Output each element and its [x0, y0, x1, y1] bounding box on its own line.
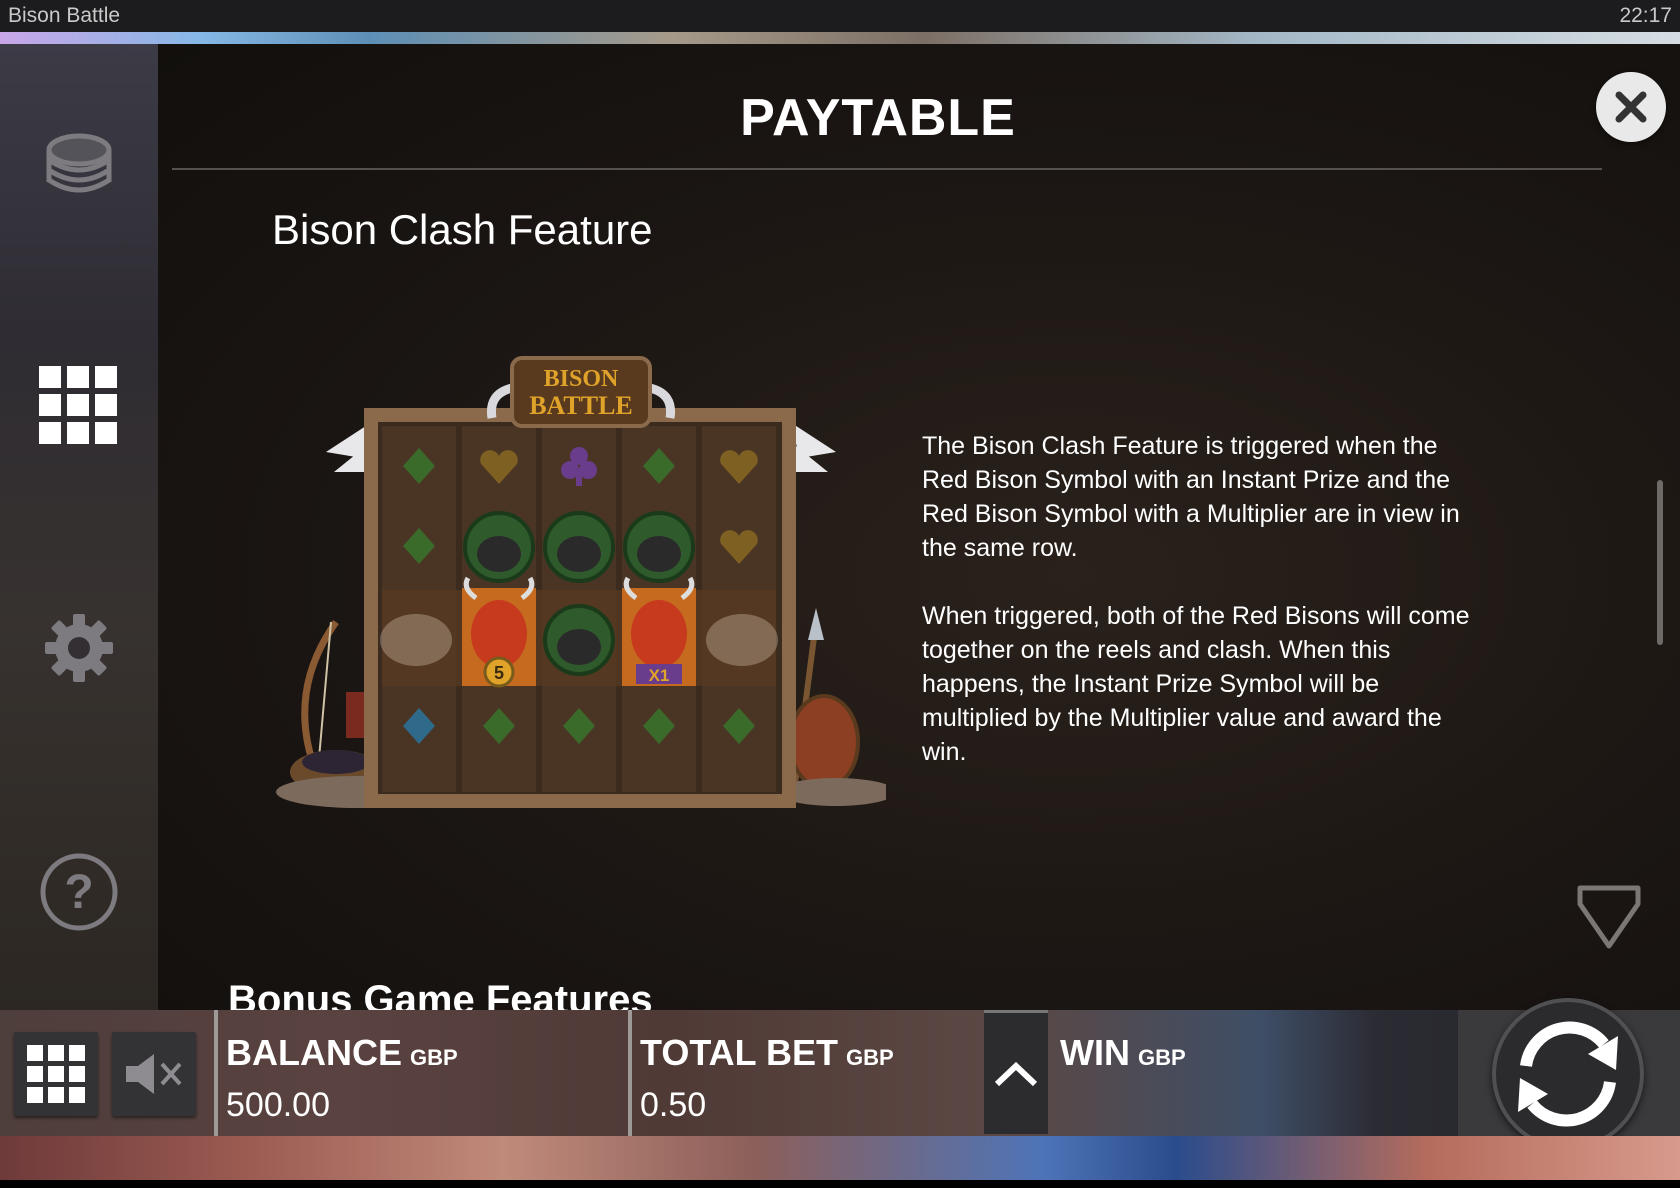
top-background-strip	[0, 32, 1680, 44]
bottom-background-strip	[0, 1136, 1680, 1180]
side-menu-item-help[interactable]: ?	[0, 852, 158, 932]
win-label: WIN GBP	[1060, 1032, 1186, 1074]
scrollbar-thumb[interactable]	[1657, 480, 1663, 645]
close-icon	[1615, 91, 1647, 123]
svg-text:BISON: BISON	[544, 366, 619, 392]
coins-stack-icon	[46, 133, 112, 193]
next-section-title: Bonus Game Features	[228, 978, 653, 1010]
sound-toggle-button[interactable]	[112, 1032, 196, 1116]
title-divider	[172, 168, 1602, 170]
balance-label: BALANCE GBP	[226, 1032, 458, 1074]
side-menu-item-coins[interactable]	[0, 128, 158, 200]
chevron-up-icon	[994, 1061, 1038, 1086]
game-screen: Bison Battle 22:17 ? PAYTABLE Bison Clas…	[0, 0, 1680, 1188]
section-title: Bison Clash Feature	[272, 206, 653, 253]
side-menu-item-paytable[interactable]	[0, 366, 158, 446]
spin-button[interactable]	[1492, 998, 1644, 1150]
balance-value: 500.00	[226, 1086, 330, 1124]
feature-paragraph: When triggered, both of the Red Bisons w…	[922, 602, 1470, 766]
page-title: PAYTABLE	[740, 89, 1016, 147]
bet-expand-button[interactable]	[984, 1010, 1048, 1134]
paytable-panel: PAYTABLE Bison Clash Feature 5 X1 BISON …	[158, 44, 1680, 1010]
total-bet-label: TOTAL BET GBP	[640, 1032, 894, 1074]
scroll-down-icon[interactable]	[1574, 882, 1644, 952]
balance-currency: GBP	[410, 1045, 458, 1070]
total-bet-currency: GBP	[846, 1045, 894, 1070]
help-icon: ?	[40, 853, 118, 931]
prize-badge: 5	[494, 663, 504, 683]
clash-row: 5 X1	[380, 576, 778, 688]
screen-edge	[0, 1180, 1680, 1188]
feature-paragraph: The Bison Clash Feature is triggered whe…	[922, 432, 1460, 562]
close-button[interactable]	[1596, 72, 1666, 142]
side-menu-item-settings[interactable]	[0, 612, 158, 684]
bison-battle-logo: BISON BATTLE	[486, 356, 676, 428]
separator	[628, 1010, 632, 1136]
grid-menu-icon	[27, 1045, 85, 1103]
total-bet-label-text: TOTAL BET	[640, 1032, 838, 1073]
menu-button[interactable]	[14, 1032, 98, 1116]
spin-arrows-icon	[1518, 1021, 1618, 1127]
win-currency: GBP	[1137, 1045, 1186, 1070]
side-menu: ?	[0, 44, 158, 1010]
balance-label-text: BALANCE	[226, 1032, 402, 1073]
bison-clash-illustration: 5 X1 BISON BATTLE	[276, 356, 886, 808]
app-title: Bison Battle	[8, 4, 121, 27]
clock: 22:17	[1619, 4, 1672, 27]
multiplier-badge: X1	[649, 666, 670, 685]
bottom-bar: BALANCE GBP 500.00 TOTAL BET GBP 0.50 WIN G…	[0, 998, 1680, 1150]
mute-icon	[126, 1054, 182, 1094]
gear-icon	[45, 614, 113, 682]
svg-text:?: ?	[64, 866, 93, 919]
total-bet-value[interactable]: 0.50	[640, 1086, 706, 1125]
status-bar: Bison Battle 22:17	[0, 0, 1680, 32]
grid-menu-icon	[39, 366, 117, 444]
win-label-text: WIN	[1060, 1032, 1130, 1073]
svg-text:BATTLE: BATTLE	[529, 391, 633, 420]
feature-description: The Bison Clash Feature is triggered whe…	[922, 429, 1482, 803]
separator	[214, 1010, 218, 1136]
